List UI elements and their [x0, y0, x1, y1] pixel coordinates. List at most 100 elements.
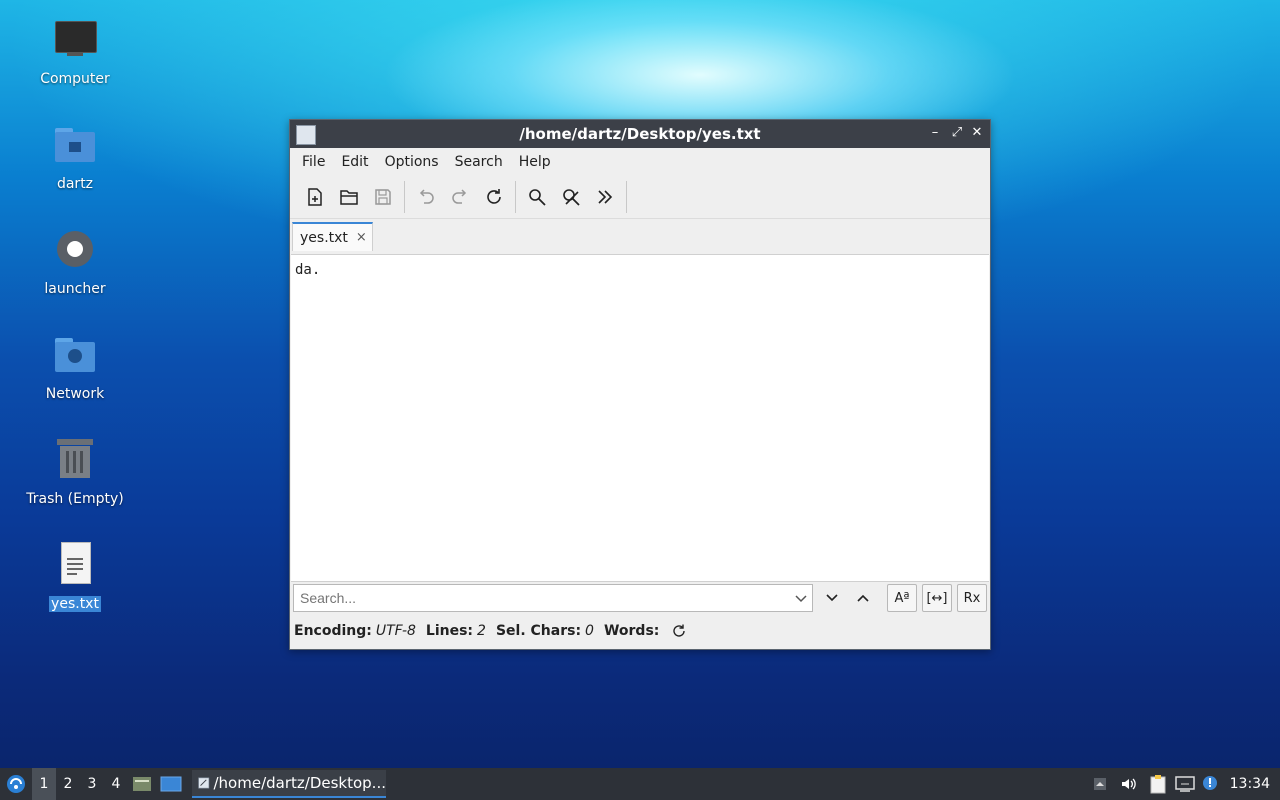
desktop-icon-dartz[interactable]: dartz [20, 122, 130, 192]
whole-word-button[interactable]: [↔] [922, 584, 952, 612]
computer-icon [51, 17, 99, 65]
find-button[interactable] [520, 180, 554, 214]
save-icon [375, 189, 391, 205]
menu-bar: File Edit Options Search Help [290, 148, 990, 176]
start-menu-icon [7, 775, 25, 793]
chevron-down-icon [826, 594, 838, 602]
taskbar-window-button[interactable]: /home/dartz/Desktop... [192, 770, 386, 798]
gear-icon [51, 227, 99, 275]
clock[interactable]: 13:34 [1222, 768, 1280, 800]
start-menu-button[interactable] [0, 768, 32, 800]
editor-content: da. [295, 262, 321, 278]
menu-search[interactable]: Search [447, 154, 511, 170]
trash-icon [51, 437, 99, 485]
toolbar-separator [404, 181, 405, 213]
desktop-icon-label: yes.txt [49, 596, 101, 612]
find-icon [529, 189, 546, 206]
desktop-icon-launcher[interactable]: launcher [20, 227, 130, 297]
workspace-1[interactable]: 1 [32, 768, 56, 800]
minimize-button[interactable]: – [926, 124, 944, 142]
workspace-2[interactable]: 2 [56, 768, 80, 800]
clipboard-icon [1150, 775, 1166, 794]
window-title: /home/dartz/Desktop/yes.txt [519, 125, 761, 143]
network-folder-icon [51, 332, 99, 380]
desktop-icon-label: launcher [44, 281, 106, 297]
clipboard-button[interactable] [1144, 768, 1172, 800]
tab-bar: yes.txt × [290, 219, 990, 251]
encoding-label: Encoding: [294, 623, 372, 639]
lines-value: 2 [477, 623, 486, 639]
text-editor-icon [198, 777, 210, 789]
desktop-icon-trash[interactable]: Trash (Empty) [20, 437, 130, 507]
text-editor-area[interactable]: da. [291, 254, 989, 582]
reload-icon [487, 189, 501, 204]
close-button[interactable]: ✕ [968, 124, 986, 142]
maximize-button[interactable]: ⤢ [948, 124, 966, 142]
replace-icon [563, 189, 580, 206]
regex-button[interactable]: Rx [957, 584, 987, 612]
more-icon [598, 190, 613, 204]
lines-label: Lines: [425, 623, 474, 639]
desktop-icon-label: Trash (Empty) [26, 491, 124, 507]
toolbar-separator [515, 181, 516, 213]
redo-icon [452, 189, 467, 204]
network-button[interactable] [1172, 768, 1198, 800]
sel-chars-label: Sel. Chars: [495, 623, 582, 639]
search-bar: Aª [↔] Rx [293, 584, 987, 614]
desktop-icon-label: dartz [56, 176, 94, 192]
notification-icon [1202, 776, 1217, 790]
system-tray: 13:34 [1086, 768, 1280, 800]
taskbar: 1 2 3 4 /home/dartz/Desktop... 13:34 [0, 768, 1280, 800]
chevron-up-icon [1093, 778, 1106, 790]
sel-chars-value: 0 [585, 623, 594, 639]
encoding-value: UTF-8 [375, 623, 416, 639]
file-manager-launcher[interactable] [128, 768, 156, 800]
match-case-button[interactable]: Aª [887, 584, 917, 612]
workspace-4[interactable]: 4 [104, 768, 128, 800]
taskbar-window-title: /home/dartz/Desktop... [213, 774, 387, 792]
replace-button[interactable] [554, 180, 588, 214]
save-button[interactable] [366, 180, 400, 214]
desktop-icon-network[interactable]: Network [20, 332, 130, 402]
tray-expand-button[interactable] [1086, 768, 1114, 800]
desktop-icon-computer[interactable]: Computer [20, 17, 130, 87]
desktop-icon-yes-txt[interactable]: yes.txt [20, 542, 130, 612]
tab-yes-txt[interactable]: yes.txt × [292, 222, 373, 251]
undo-button[interactable] [409, 180, 443, 214]
find-previous-button[interactable] [848, 584, 878, 612]
notification-button[interactable] [1198, 768, 1222, 800]
desktop-icon [160, 776, 182, 792]
home-folder-icon [51, 122, 99, 170]
file-manager-icon [133, 777, 151, 791]
volume-icon [1121, 778, 1136, 790]
toolbar-separator [626, 181, 627, 213]
text-file-icon [51, 542, 99, 590]
tab-label: yes.txt [300, 229, 348, 246]
new-file-icon [308, 188, 322, 206]
show-desktop-button[interactable] [156, 768, 186, 800]
tab-close-icon[interactable]: × [356, 230, 367, 245]
window-titlebar[interactable]: /home/dartz/Desktop/yes.txt – ⤢ ✕ [290, 120, 990, 148]
volume-button[interactable] [1114, 768, 1144, 800]
open-folder-icon [340, 190, 358, 205]
chevron-down-icon[interactable] [793, 590, 809, 606]
menu-file[interactable]: File [294, 154, 333, 170]
menu-edit[interactable]: Edit [333, 154, 376, 170]
more-button[interactable] [588, 180, 622, 214]
find-next-button[interactable] [817, 584, 847, 612]
menu-options[interactable]: Options [377, 154, 447, 170]
open-button[interactable] [332, 180, 366, 214]
refresh-icon[interactable] [671, 623, 687, 639]
redo-button[interactable] [443, 180, 477, 214]
undo-icon [419, 189, 434, 204]
new-file-button[interactable] [298, 180, 332, 214]
search-input[interactable] [293, 584, 813, 612]
editor-window: /home/dartz/Desktop/yes.txt – ⤢ ✕ File E… [289, 119, 991, 650]
reload-button[interactable] [477, 180, 511, 214]
menu-help[interactable]: Help [511, 154, 559, 170]
desktop-icon-label: Computer [40, 71, 110, 87]
workspace-3[interactable]: 3 [80, 768, 104, 800]
words-label: Words: [603, 623, 660, 639]
chevron-up-icon [857, 594, 869, 602]
toolbar [290, 176, 990, 219]
